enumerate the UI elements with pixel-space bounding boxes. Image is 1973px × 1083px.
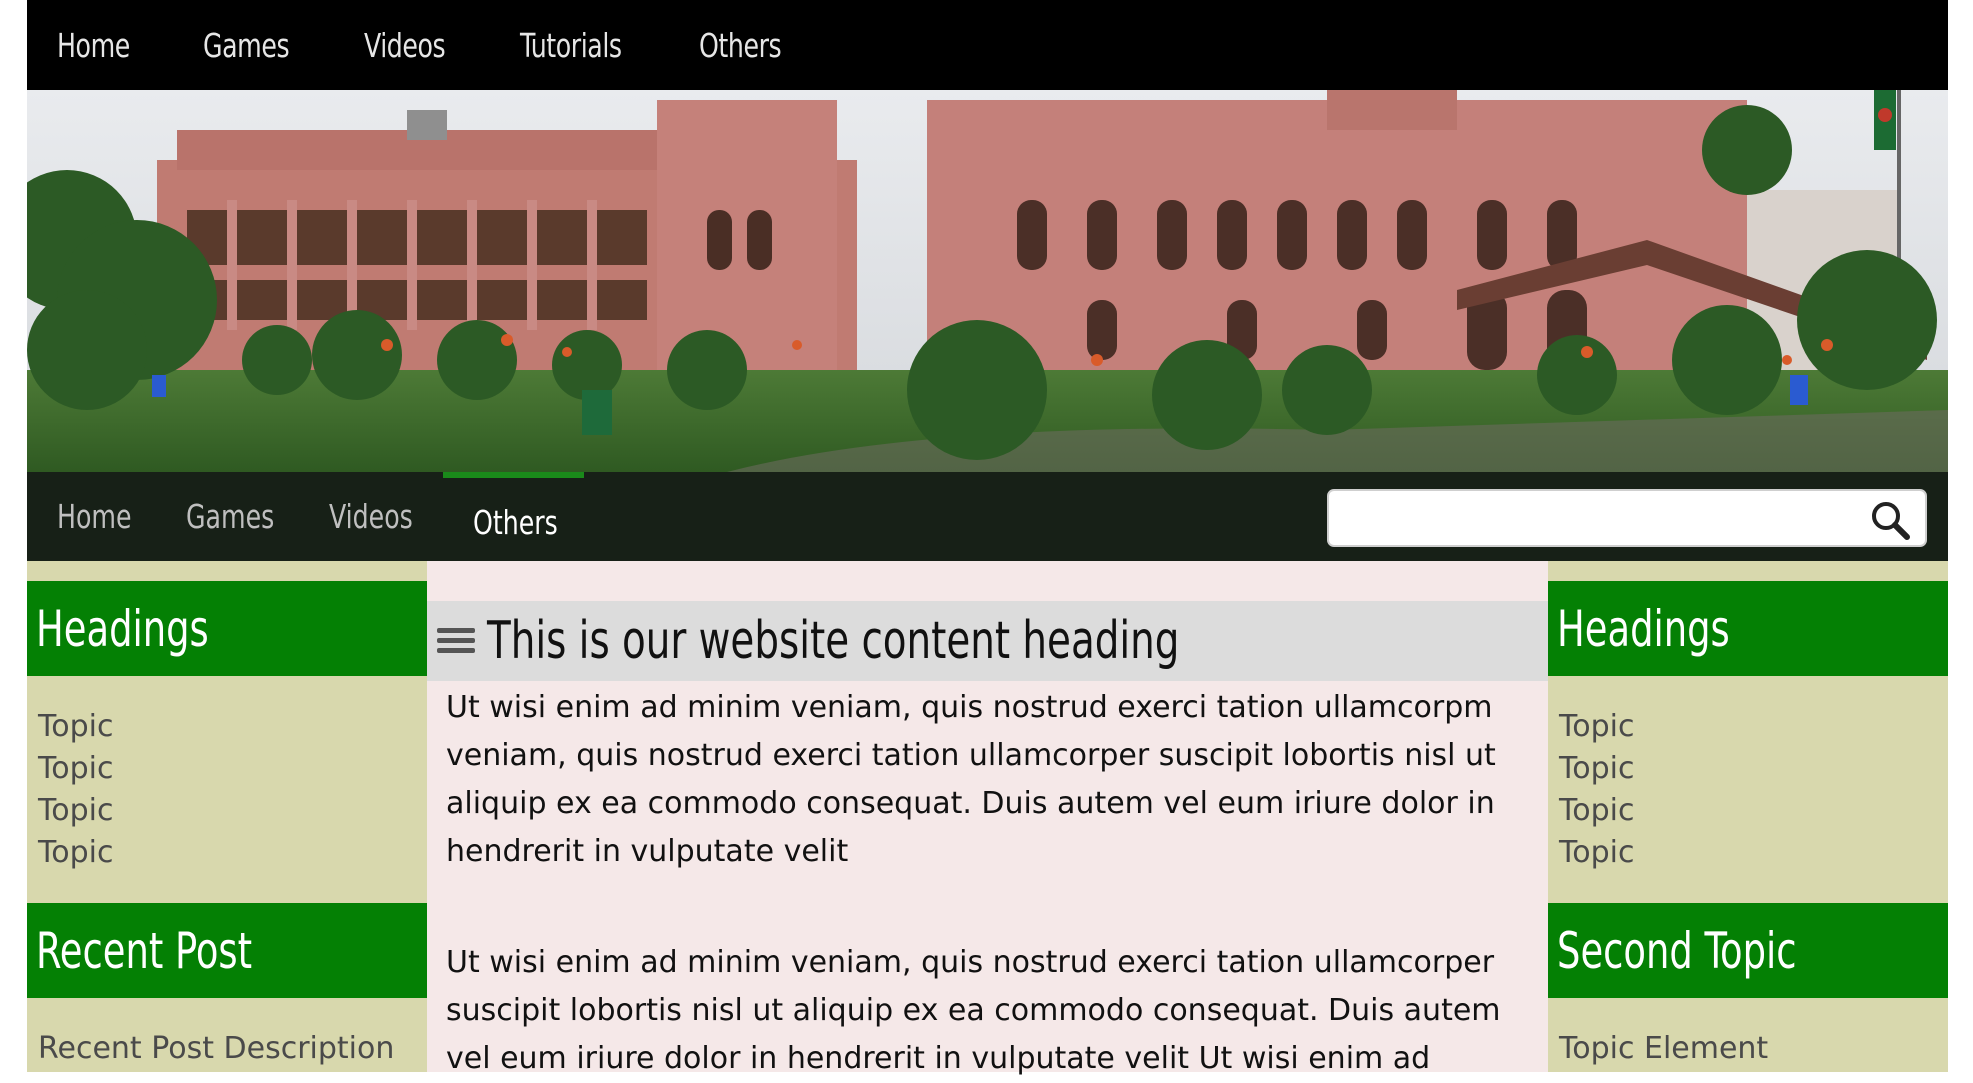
sub-nav-others[interactable]: Others (473, 478, 558, 567)
search-box (1327, 489, 1927, 547)
right-topic-link[interactable]: Topic (1559, 832, 1634, 874)
top-nav-home[interactable]: Home (57, 26, 130, 65)
palace-banner-image (27, 90, 1948, 472)
left-topic-link[interactable]: Topic (38, 832, 113, 874)
recent-post-title: Recent Post (27, 903, 427, 998)
search-input[interactable] (1341, 491, 1865, 547)
right-topic-link[interactable]: Topic (1559, 748, 1634, 790)
right-headings-title: Headings (1548, 581, 1948, 676)
top-nav: Home Games Videos Tutorials Others (27, 0, 1948, 90)
left-topic-link[interactable]: Topic (38, 790, 113, 832)
sub-nav-videos[interactable]: Videos (329, 472, 413, 561)
right-sidebar: Headings Topic Topic Topic Topic Second … (1548, 561, 1948, 1072)
top-nav-others[interactable]: Others (699, 26, 782, 65)
top-nav-games[interactable]: Games (203, 26, 290, 65)
sub-nav-games[interactable]: Games (186, 472, 274, 561)
left-sidebar: Headings Topic Topic Topic Topic Recent … (27, 561, 427, 1072)
top-nav-tutorials[interactable]: Tutorials (520, 26, 622, 65)
second-topic-list: Topic Element (1559, 1028, 1768, 1070)
secondary-nav: Home Games Videos Others (27, 472, 1948, 561)
page: Home Games Videos Tutorials Others Home … (27, 0, 1948, 1076)
recent-post-list: Recent Post Description (38, 1028, 394, 1070)
right-topic-link[interactable]: Topic (1559, 790, 1634, 832)
right-topic-list: Topic Topic Topic Topic (1559, 706, 1634, 874)
second-topic-title: Second Topic (1548, 903, 1948, 998)
content-heading-bar: This is our website content heading (427, 601, 1548, 681)
left-headings-title: Headings (27, 581, 427, 676)
left-topic-link[interactable]: Topic (38, 748, 113, 790)
content-heading: This is our website content heading (487, 611, 1180, 671)
hamburger-icon (437, 628, 475, 653)
left-topic-list: Topic Topic Topic Topic (38, 706, 113, 874)
content-paragraph-1: Ut wisi enim ad minim veniam, quis nostr… (446, 690, 1496, 869)
main-content: This is our website content heading Ut w… (427, 561, 1548, 1076)
content-paragraph-2: Ut wisi enim ad minim veniam, quis nostr… (446, 945, 1501, 1076)
right-topic-link[interactable]: Topic (1559, 706, 1634, 748)
top-nav-videos[interactable]: Videos (364, 26, 446, 65)
sub-nav-home[interactable]: Home (57, 472, 132, 561)
search-icon[interactable] (1869, 499, 1911, 541)
topic-element-link[interactable]: Topic Element (1559, 1028, 1768, 1070)
recent-post-link[interactable]: Recent Post Description (38, 1028, 394, 1070)
left-topic-link[interactable]: Topic (38, 706, 113, 748)
